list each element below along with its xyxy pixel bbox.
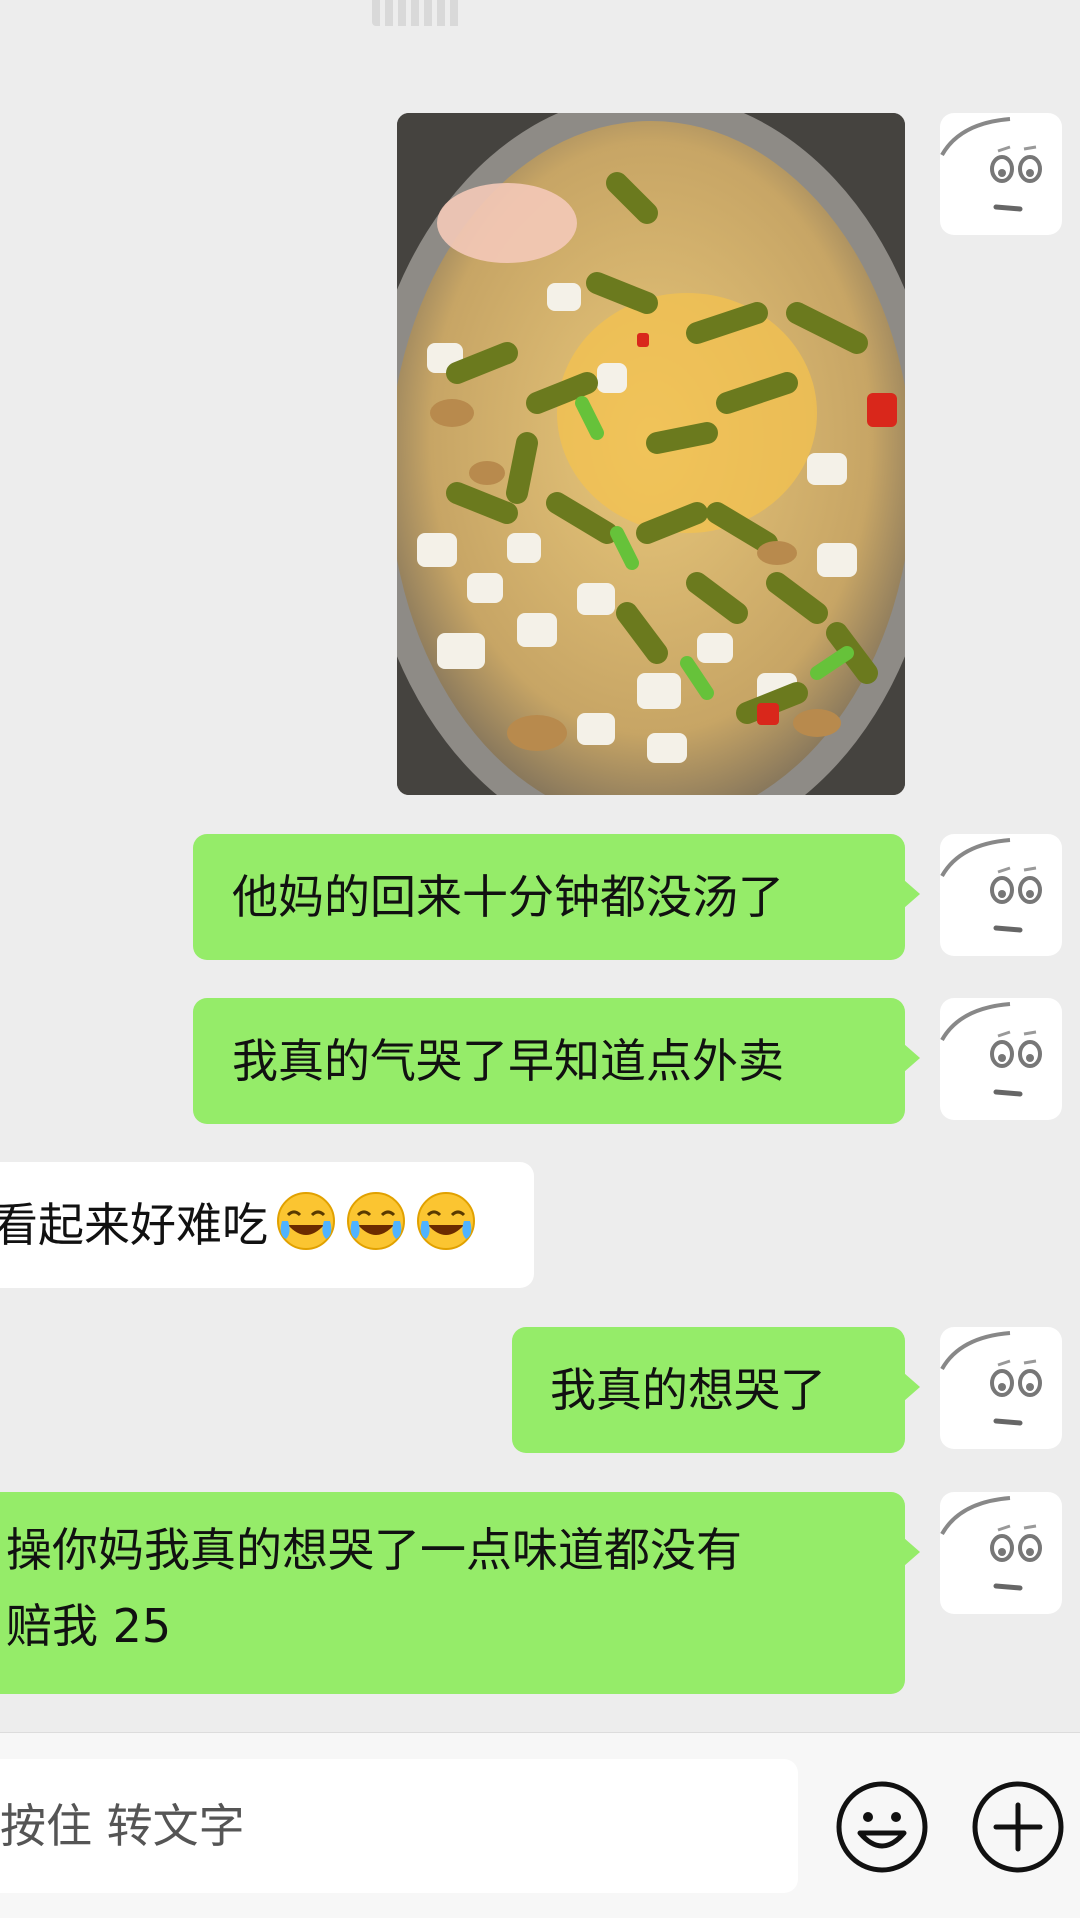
avatar-face-icon bbox=[940, 117, 1042, 212]
message-text: 我真的气哭了早知道点外卖 bbox=[232, 1034, 784, 1088]
message-text: 我真的想哭了 bbox=[550, 1363, 826, 1417]
voice-input-label: 按住 转文字 bbox=[0, 1799, 245, 1853]
avatar[interactable] bbox=[940, 834, 1062, 956]
avatar-face-icon bbox=[940, 1331, 1042, 1426]
message-bubble-incoming[interactable]: 看起来好难吃 bbox=[0, 1162, 534, 1288]
bottom-input-bar: 按住 转文字 bbox=[0, 1732, 1080, 1918]
avatar[interactable] bbox=[940, 1327, 1062, 1449]
avatar[interactable] bbox=[940, 998, 1062, 1120]
message-text: 他妈的回来十分钟都没汤了 bbox=[232, 870, 784, 924]
message-bubble[interactable]: 我真的气哭了早知道点外卖 bbox=[193, 998, 920, 1124]
laughing-crying-emoji bbox=[277, 1192, 335, 1250]
avatar-face-icon bbox=[940, 1002, 1042, 1097]
message-bubble[interactable]: 操你妈我真的想哭了一点味道都没有 赔我 25 bbox=[0, 1492, 920, 1694]
smiley-icon[interactable] bbox=[834, 1779, 930, 1875]
avatar-face-icon bbox=[940, 1496, 1042, 1591]
image-message[interactable] bbox=[397, 113, 905, 795]
avatar-face-icon bbox=[940, 838, 1042, 933]
voice-input-button[interactable]: 按住 转文字 bbox=[0, 1759, 798, 1893]
avatar[interactable] bbox=[940, 1492, 1062, 1614]
laughing-crying-emoji bbox=[347, 1192, 405, 1250]
avatar[interactable] bbox=[940, 113, 1062, 235]
message-bubble[interactable]: 我真的想哭了 bbox=[512, 1327, 920, 1453]
food-photo bbox=[397, 113, 905, 795]
top-fragment bbox=[372, 0, 462, 26]
plus-circle-icon[interactable] bbox=[970, 1779, 1066, 1875]
message-bubble[interactable]: 他妈的回来十分钟都没汤了 bbox=[193, 834, 920, 960]
message-text-line: 操你妈我真的想哭了一点味道都没有 bbox=[6, 1523, 742, 1577]
message-text: 看起来好难吃 bbox=[0, 1198, 268, 1252]
message-text-line: 赔我 25 bbox=[6, 1599, 172, 1653]
laughing-crying-emoji bbox=[417, 1192, 475, 1250]
